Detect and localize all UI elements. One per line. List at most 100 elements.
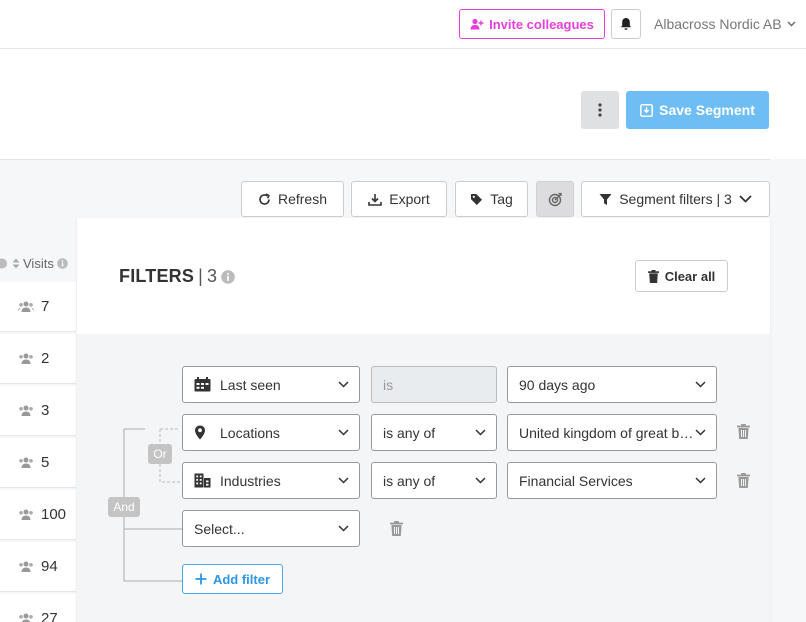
- new-filter-field-select[interactable]: Select...: [182, 510, 360, 547]
- chevron-down-icon: [695, 429, 706, 436]
- save-icon: [640, 103, 654, 117]
- chevron-down-icon: [695, 477, 706, 484]
- tag-button[interactable]: Tag: [455, 181, 528, 217]
- add-filter-button[interactable]: Add filter: [182, 564, 283, 594]
- building-icon: [194, 473, 212, 488]
- delete-filter-button[interactable]: [737, 473, 750, 488]
- save-segment-label: Save Segment: [659, 102, 755, 118]
- filter-value-label: Financial Services: [519, 472, 633, 489]
- chevron-down-icon: [338, 429, 349, 436]
- filter-field-label: Industries: [220, 472, 281, 489]
- location-pin-icon: [194, 425, 212, 440]
- visits-value: 5: [41, 454, 50, 471]
- segment-filters-button[interactable]: Segment filters | 3: [581, 181, 770, 217]
- chevron-down-icon: [475, 477, 486, 484]
- target-icon: [548, 192, 563, 207]
- table-row[interactable]: 94: [0, 542, 76, 592]
- add-user-icon: [470, 18, 484, 30]
- filters-title-separator: |: [198, 266, 203, 286]
- more-vertical-icon: [598, 103, 602, 117]
- target-button[interactable]: [536, 181, 574, 217]
- filter-field-select[interactable]: Locations: [182, 414, 360, 451]
- filter-value-select[interactable]: 90 days ago: [507, 366, 717, 403]
- users-icon: [18, 613, 34, 622]
- organization-switcher[interactable]: Albacross Nordic AB: [654, 16, 796, 32]
- trash-icon: [647, 269, 659, 283]
- table-row[interactable]: 100: [0, 490, 76, 540]
- users-icon: [18, 301, 34, 312]
- filter-operator-label: is: [383, 376, 394, 393]
- visits-value: 2: [41, 350, 50, 367]
- visits-value: 100: [41, 506, 67, 523]
- new-filter-placeholder: Select...: [194, 520, 245, 537]
- filter-value-select[interactable]: Financial Services: [507, 462, 717, 499]
- plus-icon: [195, 573, 207, 585]
- chevron-down-icon: [739, 195, 752, 203]
- visits-value: 94: [41, 558, 58, 575]
- trash-icon: [737, 424, 750, 439]
- refresh-button[interactable]: Refresh: [241, 181, 344, 217]
- clear-all-button[interactable]: Clear all: [635, 260, 728, 292]
- refresh-icon: [258, 192, 271, 206]
- filter-field-select[interactable]: Industries: [182, 462, 360, 499]
- chevron-down-icon: [475, 429, 486, 436]
- tag-label: Tag: [490, 191, 513, 207]
- visits-column-header[interactable]: Visits: [0, 256, 68, 271]
- users-icon: [18, 561, 34, 572]
- filter-operator-select: is: [371, 366, 497, 403]
- visits-header-label: Visits: [23, 256, 54, 271]
- chevron-down-icon: [338, 477, 349, 484]
- invite-colleagues-button[interactable]: Invite colleagues: [459, 9, 605, 39]
- table-row[interactable]: 2: [0, 334, 76, 384]
- divider: [0, 159, 770, 160]
- export-label: Export: [389, 191, 430, 207]
- calendar-icon: [194, 377, 212, 392]
- chevron-down-icon: [787, 21, 796, 27]
- trash-icon: [390, 521, 403, 536]
- table-row[interactable]: 3: [0, 386, 76, 436]
- organization-name: Albacross Nordic AB: [654, 16, 782, 32]
- filter-value-label: United kingdom of great britain and nort…: [519, 424, 695, 441]
- info-icon: [0, 258, 9, 269]
- filter-value-label: 90 days ago: [519, 376, 596, 393]
- refresh-label: Refresh: [277, 191, 328, 207]
- visits-value: 27: [41, 610, 58, 622]
- notifications-button[interactable]: [611, 9, 641, 39]
- save-segment-button[interactable]: Save Segment: [626, 91, 769, 129]
- filter-field-label: Locations: [220, 424, 280, 441]
- users-icon: [18, 353, 34, 364]
- bell-icon: [620, 17, 632, 31]
- funnel-icon: [599, 193, 612, 206]
- filter-field-select[interactable]: Last seen: [182, 366, 360, 403]
- table-row[interactable]: 5: [0, 438, 76, 488]
- tag-icon: [470, 193, 483, 206]
- table-row[interactable]: 7: [0, 282, 76, 332]
- users-icon: [18, 457, 34, 468]
- info-icon: [57, 258, 68, 269]
- filter-operator-select[interactable]: is any of: [371, 414, 497, 451]
- delete-filter-button[interactable]: [737, 424, 750, 439]
- more-options-button[interactable]: [581, 91, 619, 129]
- or-operator-badge[interactable]: Or: [148, 444, 172, 464]
- trash-icon: [737, 473, 750, 488]
- chevron-down-icon: [338, 381, 349, 388]
- filter-field-label: Last seen: [220, 376, 281, 393]
- filter-operator-label: is any of: [383, 472, 436, 489]
- visits-value: 7: [41, 298, 50, 315]
- clear-all-label: Clear all: [664, 268, 716, 284]
- filter-operator-label: is any of: [383, 424, 436, 441]
- visits-value: 3: [41, 402, 50, 419]
- filter-operator-select[interactable]: is any of: [371, 462, 497, 499]
- users-icon: [18, 405, 34, 416]
- table-row[interactable]: 27: [0, 594, 76, 622]
- filter-value-select[interactable]: United kingdom of great britain and nort…: [507, 414, 717, 451]
- chevron-down-icon: [338, 525, 349, 532]
- chevron-down-icon: [695, 381, 706, 388]
- filters-title-label: FILTERS: [119, 266, 195, 286]
- and-operator-badge[interactable]: And: [108, 497, 140, 517]
- add-filter-label: Add filter: [212, 571, 271, 587]
- invite-colleagues-label: Invite colleagues: [489, 16, 594, 32]
- export-button[interactable]: Export: [351, 181, 447, 217]
- delete-filter-button[interactable]: [390, 521, 403, 536]
- filters-title: FILTERS | 3: [119, 266, 235, 287]
